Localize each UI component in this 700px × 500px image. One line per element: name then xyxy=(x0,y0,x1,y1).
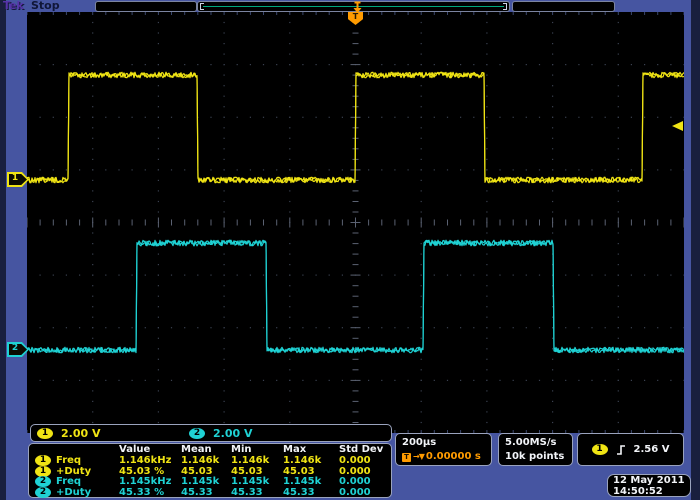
acquisition-status-label: Stop xyxy=(31,0,60,12)
record-view-bar xyxy=(197,1,510,12)
meas-header-stddev: Std Dev xyxy=(339,444,387,455)
ch1-badge[interactable]: 1 xyxy=(37,428,53,439)
ch2-badge[interactable]: 2 xyxy=(189,428,205,439)
top-status-bar: Tek Stop xyxy=(0,0,684,12)
meas-cell: 1.146k xyxy=(283,455,339,466)
ch1-badge: 1 xyxy=(35,455,51,466)
trigger-source-badge: 1 xyxy=(592,444,608,455)
trigger-level-arrow-icon[interactable] xyxy=(672,121,683,131)
record-right-bracket-icon xyxy=(503,3,507,10)
meas-cell: 45.33 xyxy=(231,487,283,498)
topbar-readout-box xyxy=(95,1,197,12)
record-length: 10k points xyxy=(505,450,572,464)
ch2-position-marker[interactable]: 2 xyxy=(7,342,29,357)
meas-cell: 1.145k xyxy=(231,476,283,487)
datetime-box: 12 May 2011 14:50:52 xyxy=(607,474,691,497)
meas-cell: 45.03 xyxy=(283,466,339,477)
meas-row-label: 1+Duty xyxy=(33,466,119,477)
meas-row-label: 2Freq xyxy=(33,476,119,487)
meas-cell: 1.145k xyxy=(181,476,231,487)
meas-cell: 0.000 xyxy=(339,466,387,477)
ch1-scale-value: 2.00 V xyxy=(61,427,100,440)
meas-cell: 0.000 xyxy=(339,487,387,498)
ch2-badge: 2 xyxy=(35,487,51,498)
date-label: 12 May 2011 xyxy=(613,476,690,487)
tek-logo: Tek xyxy=(3,0,24,12)
time-label: 14:50:52 xyxy=(613,487,690,498)
trigger-t-icon: T xyxy=(402,453,411,462)
meas-cell: 1.145kHz xyxy=(119,476,181,487)
measurement-table: Value Mean Min Max Std Dev 1Freq 1.146kH… xyxy=(28,443,392,498)
meas-cell: 1.146k xyxy=(231,455,283,466)
meas-cell: 45.03 % xyxy=(119,466,181,477)
meas-header-mean: Mean xyxy=(181,444,231,455)
meas-cell: 0.000 xyxy=(339,455,387,466)
meas-header-value: Value xyxy=(119,444,181,455)
horizontal-scale: 200µs xyxy=(402,436,491,450)
meas-cell: 1.145k xyxy=(283,476,339,487)
trigger-arrow-icon: →▼ xyxy=(413,450,424,464)
meas-row-label: 2+Duty xyxy=(33,487,119,498)
meas-cell: 0.000 xyxy=(339,476,387,487)
meas-cell: 45.33 xyxy=(283,487,339,498)
sample-rate: 5.00MS/s xyxy=(505,436,572,450)
meas-cell: 1.146kHz xyxy=(119,455,181,466)
ch1-badge: 1 xyxy=(35,466,51,477)
meas-header-blank xyxy=(33,444,119,455)
horizontal-readout-box[interactable]: 200µs T→▼ 0.00000 s xyxy=(395,433,492,466)
horizontal-position: 0.00000 s xyxy=(426,450,481,464)
acquisition-readout-box[interactable]: 5.00MS/s 10k points xyxy=(498,433,573,466)
channel-scale-box[interactable]: 1 2.00 V 2 2.00 V xyxy=(30,424,392,442)
meas-cell: 1.146k xyxy=(181,455,231,466)
meas-cell: 45.33 % xyxy=(119,487,181,498)
meas-row-label: 1Freq xyxy=(33,455,119,466)
ch1-marker-label: 1 xyxy=(7,173,23,183)
trigger-readout-box[interactable]: 1 2.56 V xyxy=(577,433,684,466)
topbar-readout-box xyxy=(512,1,615,12)
ch2-badge: 2 xyxy=(35,476,51,487)
waveform-display-area: T xyxy=(27,12,684,433)
ch2-scale-value: 2.00 V xyxy=(213,427,252,440)
ch1-position-marker[interactable]: 1 xyxy=(7,172,29,187)
ch2-marker-label: 2 xyxy=(7,343,23,353)
meas-cell: 45.03 xyxy=(181,466,231,477)
trigger-level: 2.56 V xyxy=(634,444,670,455)
rising-edge-icon xyxy=(616,444,626,456)
meas-cell: 45.33 xyxy=(181,487,231,498)
oscilloscope-screen: { "header": { "logo": "Tek", "status": "… xyxy=(0,0,700,500)
meas-header-min: Min xyxy=(231,444,283,455)
graticule-and-traces xyxy=(27,12,684,433)
meas-cell: 45.03 xyxy=(231,466,283,477)
meas-header-max: Max xyxy=(283,444,339,455)
record-left-bracket-icon xyxy=(200,3,204,10)
